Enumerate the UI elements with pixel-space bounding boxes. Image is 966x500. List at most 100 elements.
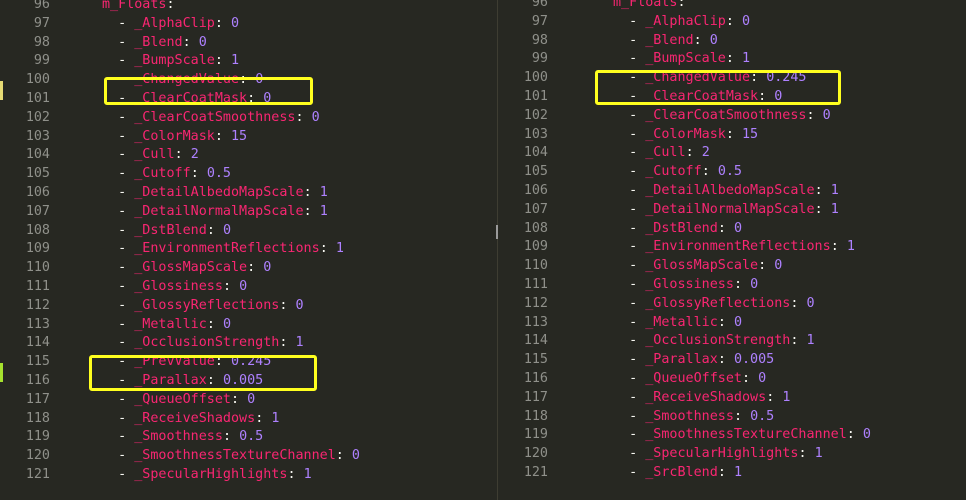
yaml-key: _DetailNormalMapScale (134, 203, 304, 219)
list-dash: - (613, 220, 646, 236)
colon: : (182, 34, 199, 50)
list-dash: - (102, 391, 135, 407)
colon: : (790, 295, 807, 311)
line-number: 102 (25, 109, 50, 125)
code-text: - _GlossMapScale: 0 (613, 257, 782, 276)
colon: : (214, 53, 231, 69)
line-number: 98 (33, 34, 50, 50)
line-number: 100 (523, 70, 548, 86)
code-text: - _Cutoff: 0.5 (102, 165, 231, 184)
yaml-value: 0 (774, 258, 783, 274)
line-number: 106 (25, 184, 50, 200)
list-dash: - (102, 448, 135, 464)
code-text: - _SmoothnessTextureChannel: 0 (102, 447, 360, 466)
list-dash: - (613, 145, 646, 161)
colon: : (319, 241, 336, 257)
left-editor-pane[interactable]: 96 m_Floats: 97 - _AlphaClip: 0 98 - _Blen… (0, 0, 497, 500)
line-number: 116 (25, 372, 50, 388)
line-number: 96 (33, 0, 50, 12)
yaml-value: 1 (806, 333, 815, 349)
yaml-key: _ClearCoatMask (134, 90, 248, 106)
colon: : (166, 0, 183, 12)
yaml-value: 1 (830, 182, 839, 198)
line-number: 119 (523, 427, 548, 443)
yaml-value: 0 (222, 316, 231, 332)
line-number: 105 (25, 166, 50, 182)
line-number: 109 (25, 241, 50, 257)
yaml-key: _OcclusionStrength (134, 335, 280, 351)
yaml-key: _BumpScale (134, 53, 215, 69)
line-number: 113 (25, 316, 50, 332)
yaml-key: _SmoothnessTextureChannel (645, 427, 847, 443)
yaml-value: 1 (231, 53, 240, 69)
colon: : (717, 464, 734, 480)
yaml-value: 0 (733, 314, 742, 330)
colon: : (830, 239, 847, 255)
code-text: - _DetailAlbedoMapScale: 1 (102, 184, 328, 203)
list-dash: - (613, 88, 646, 104)
yaml-value: 0 (295, 297, 304, 313)
yaml-value: 0.005 (733, 352, 775, 368)
list-dash: - (613, 239, 646, 255)
colon: : (206, 222, 223, 238)
line-number: 107 (25, 203, 50, 219)
line-number: 107 (523, 201, 548, 217)
list-dash: - (613, 258, 646, 274)
list-dash: - (102, 166, 135, 182)
code-text: - _Glossiness: 0 (613, 276, 758, 295)
list-dash: - (102, 15, 135, 31)
yaml-key: _GlossyReflections (645, 295, 791, 311)
code-text: - _Cull: 2 (102, 146, 199, 165)
yaml-value: 0 (222, 222, 231, 238)
colon: : (806, 107, 823, 123)
line-number: 117 (523, 389, 548, 405)
yaml-key: _ReceiveShadows (645, 389, 767, 405)
colon: : (214, 128, 231, 144)
list-dash: - (102, 222, 135, 238)
code-text: - _Cutoff: 0.5 (613, 163, 742, 182)
list-dash: - (102, 203, 135, 219)
yaml-value: 1 (319, 203, 328, 219)
colon: : (214, 354, 231, 370)
colon: : (247, 260, 264, 276)
yaml-key: _GlossMapScale (134, 260, 248, 276)
yaml-key: _QueueOffset (134, 391, 231, 407)
list-dash: - (102, 372, 135, 388)
line-number: 112 (25, 297, 50, 313)
yaml-value: 0 (247, 391, 256, 407)
list-dash: - (102, 147, 135, 163)
line-number: 120 (25, 448, 50, 464)
list-dash: - (102, 410, 135, 426)
yaml-key: _Cutoff (645, 164, 702, 180)
yaml-key: _DetailAlbedoMapScale (645, 182, 815, 198)
yaml-value: 0 (263, 90, 272, 106)
colon: : (303, 184, 320, 200)
yaml-key: m_Floats (613, 0, 678, 10)
line-number: 108 (523, 220, 548, 236)
modified-line-marker (0, 363, 3, 382)
code-text: - _BumpScale: 1 (102, 52, 239, 71)
line-number: 102 (523, 107, 548, 123)
colon: : (222, 278, 240, 294)
line-number: 116 (523, 370, 548, 386)
line-number: 113 (523, 314, 548, 330)
colon: : (701, 164, 718, 180)
code-text: - _DetailAlbedoMapScale: 1 (613, 182, 839, 201)
list-dash: - (613, 408, 646, 424)
code-text: - _ClearCoatSmoothness: 0 (102, 109, 320, 128)
yaml-key: m_Floats (102, 0, 167, 12)
code-text: - _Parallax: 0.005 (102, 372, 263, 391)
yaml-value: 0 (774, 88, 783, 104)
code-text: - _QueueOffset: 0 (613, 370, 766, 389)
diff-viewer: 96 m_Floats: 97 - _AlphaClip: 0 98 - _Blen… (0, 0, 966, 500)
list-dash: - (613, 446, 646, 462)
right-editor-pane[interactable]: 96 m_Floats: 97 - _AlphaClip: 0 98 - _Blen… (498, 0, 966, 500)
colon: : (206, 316, 223, 332)
yaml-key: _AlphaClip (645, 13, 726, 29)
list-dash: - (613, 182, 646, 198)
colon: : (239, 72, 256, 88)
line-number: 103 (25, 128, 50, 144)
yaml-value: 0 (709, 32, 718, 48)
list-dash: - (613, 201, 646, 217)
colon: : (758, 88, 775, 104)
